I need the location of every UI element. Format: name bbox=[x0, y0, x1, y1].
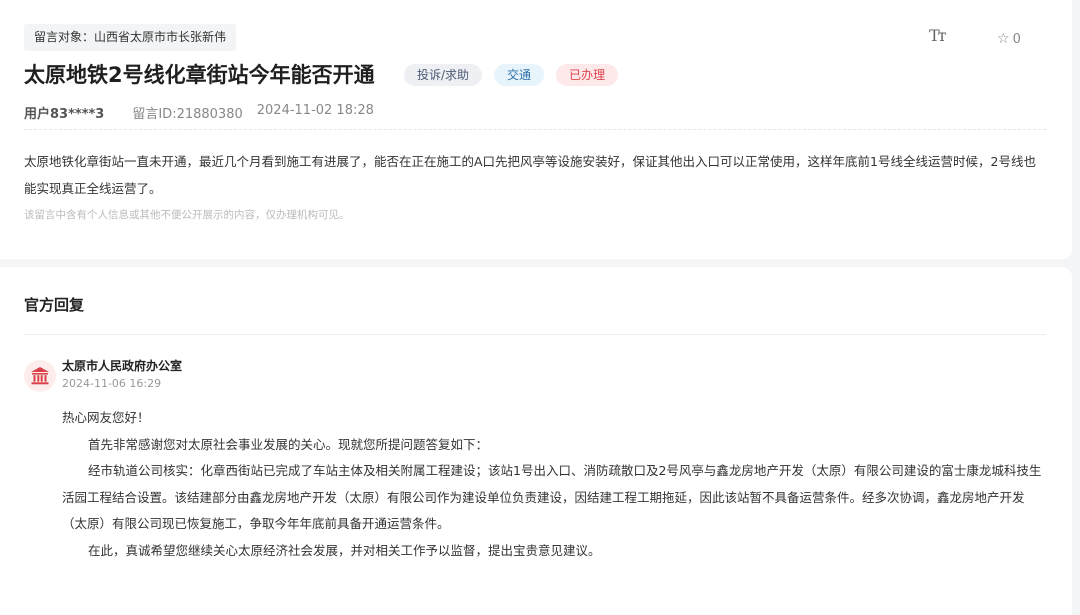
tag-group: 投诉/求助 交通 已办理 bbox=[404, 64, 619, 86]
privacy-note: 该留言中含有个人信息或其他不便公开展示的内容，仅办理机构可见。 bbox=[24, 209, 350, 221]
government-building-icon bbox=[31, 367, 49, 385]
tag-field: 交通 bbox=[494, 64, 545, 86]
font-size-icon[interactable]: Tт bbox=[929, 26, 946, 45]
reply-card: 官方回复 太原市人民政府办公室 2024-11-06 16:29 热心网友您好！… bbox=[0, 267, 1072, 615]
favorite-count: 0 bbox=[1012, 32, 1021, 47]
message-meta: 用户83****3 留言ID:21880380 2024-11-02 18:28 bbox=[24, 103, 374, 122]
divider bbox=[24, 334, 1046, 335]
favorite-button[interactable]: ☆ 0 bbox=[997, 31, 1021, 47]
reply-paragraph: 首先非常感谢您对太原社会事业发展的关心。现就您所提问题答复如下： bbox=[88, 436, 489, 452]
reply-organization: 太原市人民政府办公室 bbox=[62, 359, 183, 373]
reply-greeting: 热心网友您好！ bbox=[62, 410, 150, 425]
page-title: 太原地铁2号线化章街站今年能否开通 bbox=[24, 63, 375, 87]
message-id: 留言ID:21880380 bbox=[132, 107, 243, 122]
reply-section-title: 官方回复 bbox=[24, 296, 85, 314]
message-datetime: 2024-11-02 18:28 bbox=[256, 103, 374, 118]
message-content: 太原地铁化章街站一直未开通，最近几个月看到施工有进展了，能否在正在施工的A口先把… bbox=[24, 154, 1036, 196]
reply-datetime: 2024-11-06 16:29 bbox=[62, 377, 162, 390]
message-card: 留言对象：山西省太原市市长张新伟 Tт ☆ 0 太原地铁2号线化章街站今年能否开通… bbox=[0, 0, 1072, 259]
tag-type: 投诉/求助 bbox=[404, 64, 483, 86]
user-name: 用户83****3 bbox=[24, 107, 105, 122]
star-icon: ☆ bbox=[997, 31, 1010, 47]
reply-paragraph: 经市轨道公司核实：化章西街站已完成了车站主体及相关附属工程建设；该站1号出入口、… bbox=[62, 463, 1042, 531]
status-badge: 已办理 bbox=[556, 64, 619, 86]
avatar bbox=[24, 360, 56, 392]
divider bbox=[24, 129, 1046, 130]
message-target: 留言对象：山西省太原市市长张新伟 bbox=[24, 24, 237, 51]
reply-paragraph: 在此，真诚希望您继续关心太原经济社会发展，并对相关工作予以监督，提出宝贵意见建议… bbox=[88, 542, 601, 558]
reply-body: 热心网友您好！ 首先非常感谢您对太原社会事业发展的关心。现就您所提问题答复如下：… bbox=[62, 405, 1048, 564]
